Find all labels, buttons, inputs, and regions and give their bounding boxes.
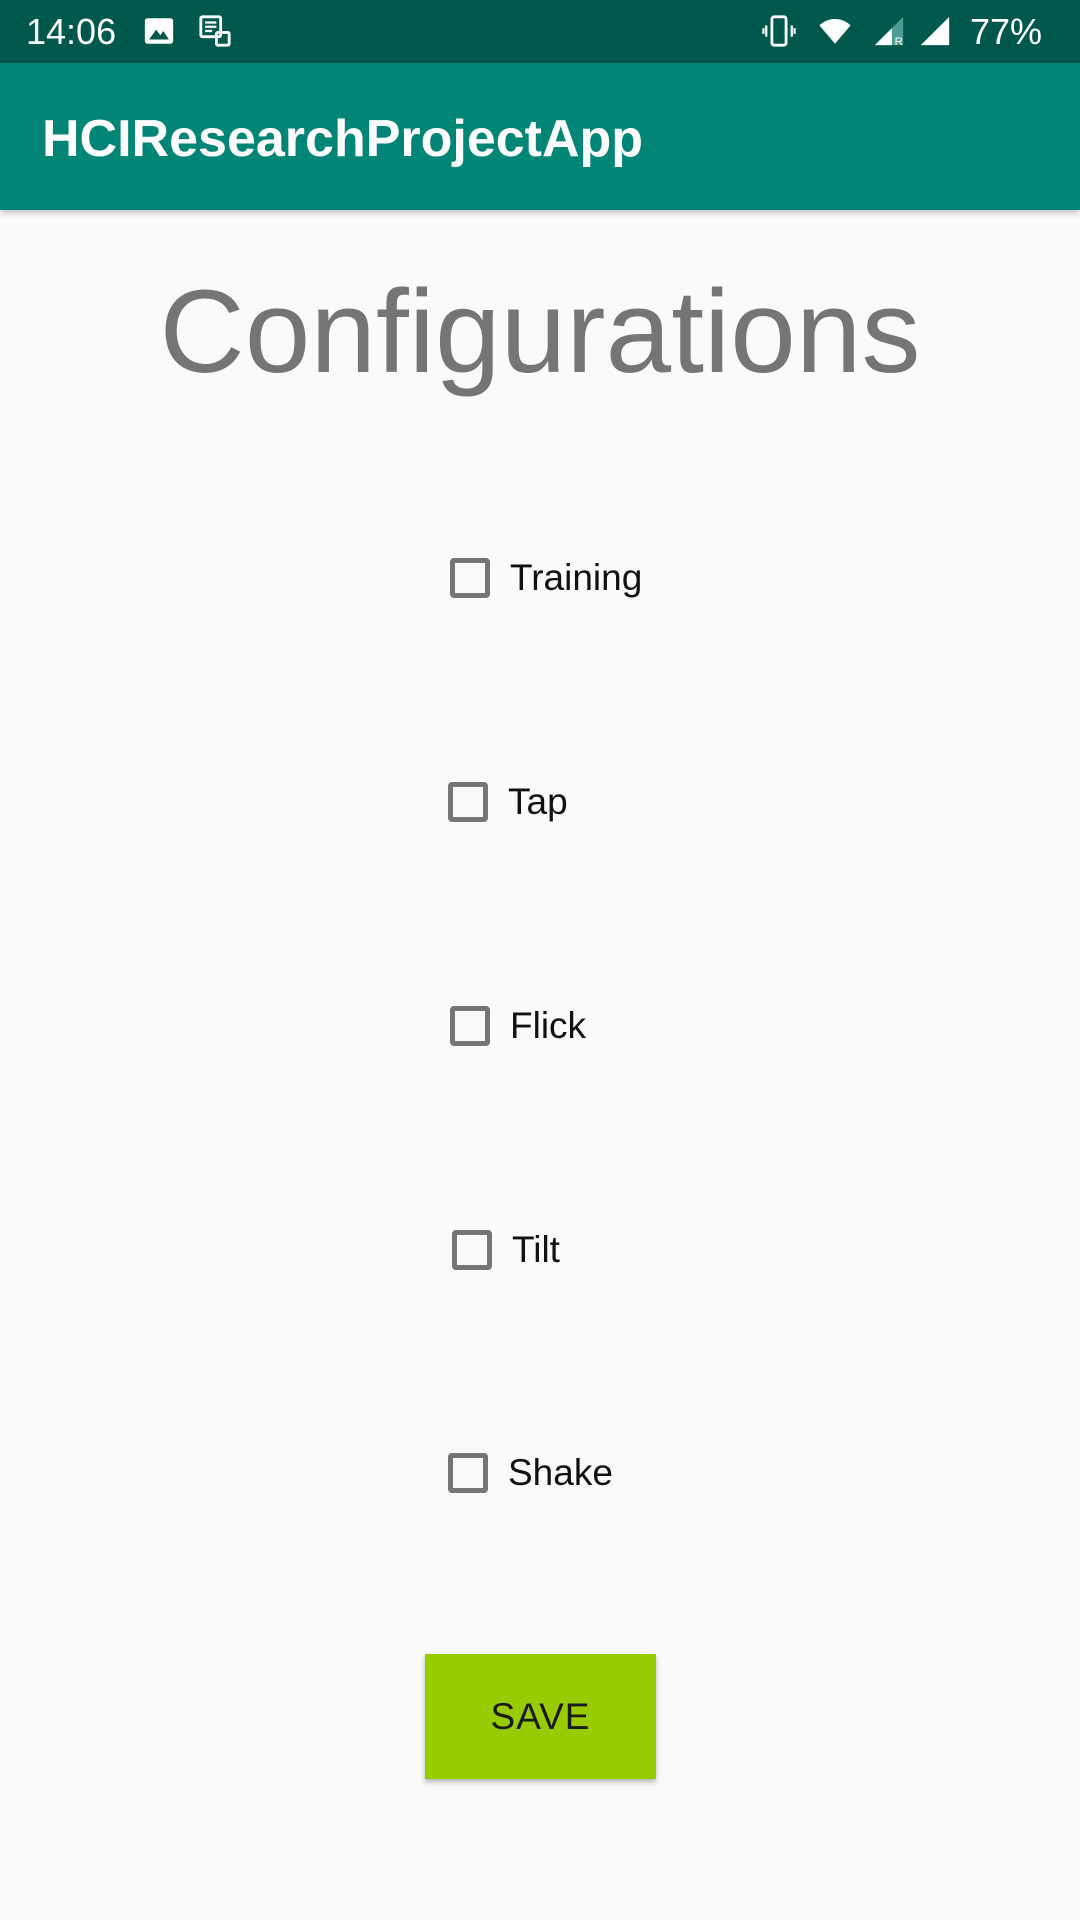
checkbox-shake[interactable]: Shake (448, 1443, 613, 1503)
app-bar: HCIResearchProjectApp (0, 63, 1080, 210)
signal-icon (920, 16, 950, 46)
notification-icon (199, 15, 231, 47)
checkbox-label: Tap (508, 781, 568, 822)
battery-level: 77% (969, 11, 1042, 52)
checkbox-box[interactable] (448, 1453, 488, 1493)
checkbox-box[interactable] (450, 1006, 490, 1046)
signal-roaming-icon: R (874, 16, 904, 48)
status-time: 14:06 (26, 11, 117, 52)
checkbox-label: Flick (510, 1005, 587, 1046)
checkbox-tap[interactable]: Tap (448, 772, 568, 832)
checkbox-box[interactable] (452, 1230, 492, 1270)
svg-text:R: R (895, 36, 903, 48)
checkbox-label: Tilt (512, 1229, 560, 1270)
checkbox-box[interactable] (448, 782, 488, 822)
save-button[interactable]: SAVE (425, 1654, 656, 1779)
checkbox-flick[interactable]: Flick (450, 996, 586, 1056)
checkbox-label: Training (510, 557, 643, 598)
image-icon (144, 18, 174, 44)
vibrate-icon (762, 15, 796, 47)
app-title: HCIResearchProjectApp (42, 110, 644, 168)
checkbox-box[interactable] (450, 558, 490, 598)
checkbox-tilt[interactable]: Tilt (452, 1220, 560, 1280)
checkbox-training[interactable]: Training (450, 548, 642, 608)
page-title: Configurations (159, 266, 921, 398)
checkbox-label: Shake (508, 1452, 613, 1493)
wifi-icon (819, 18, 851, 44)
status-bar: 14:06 R 77% (0, 0, 1080, 63)
